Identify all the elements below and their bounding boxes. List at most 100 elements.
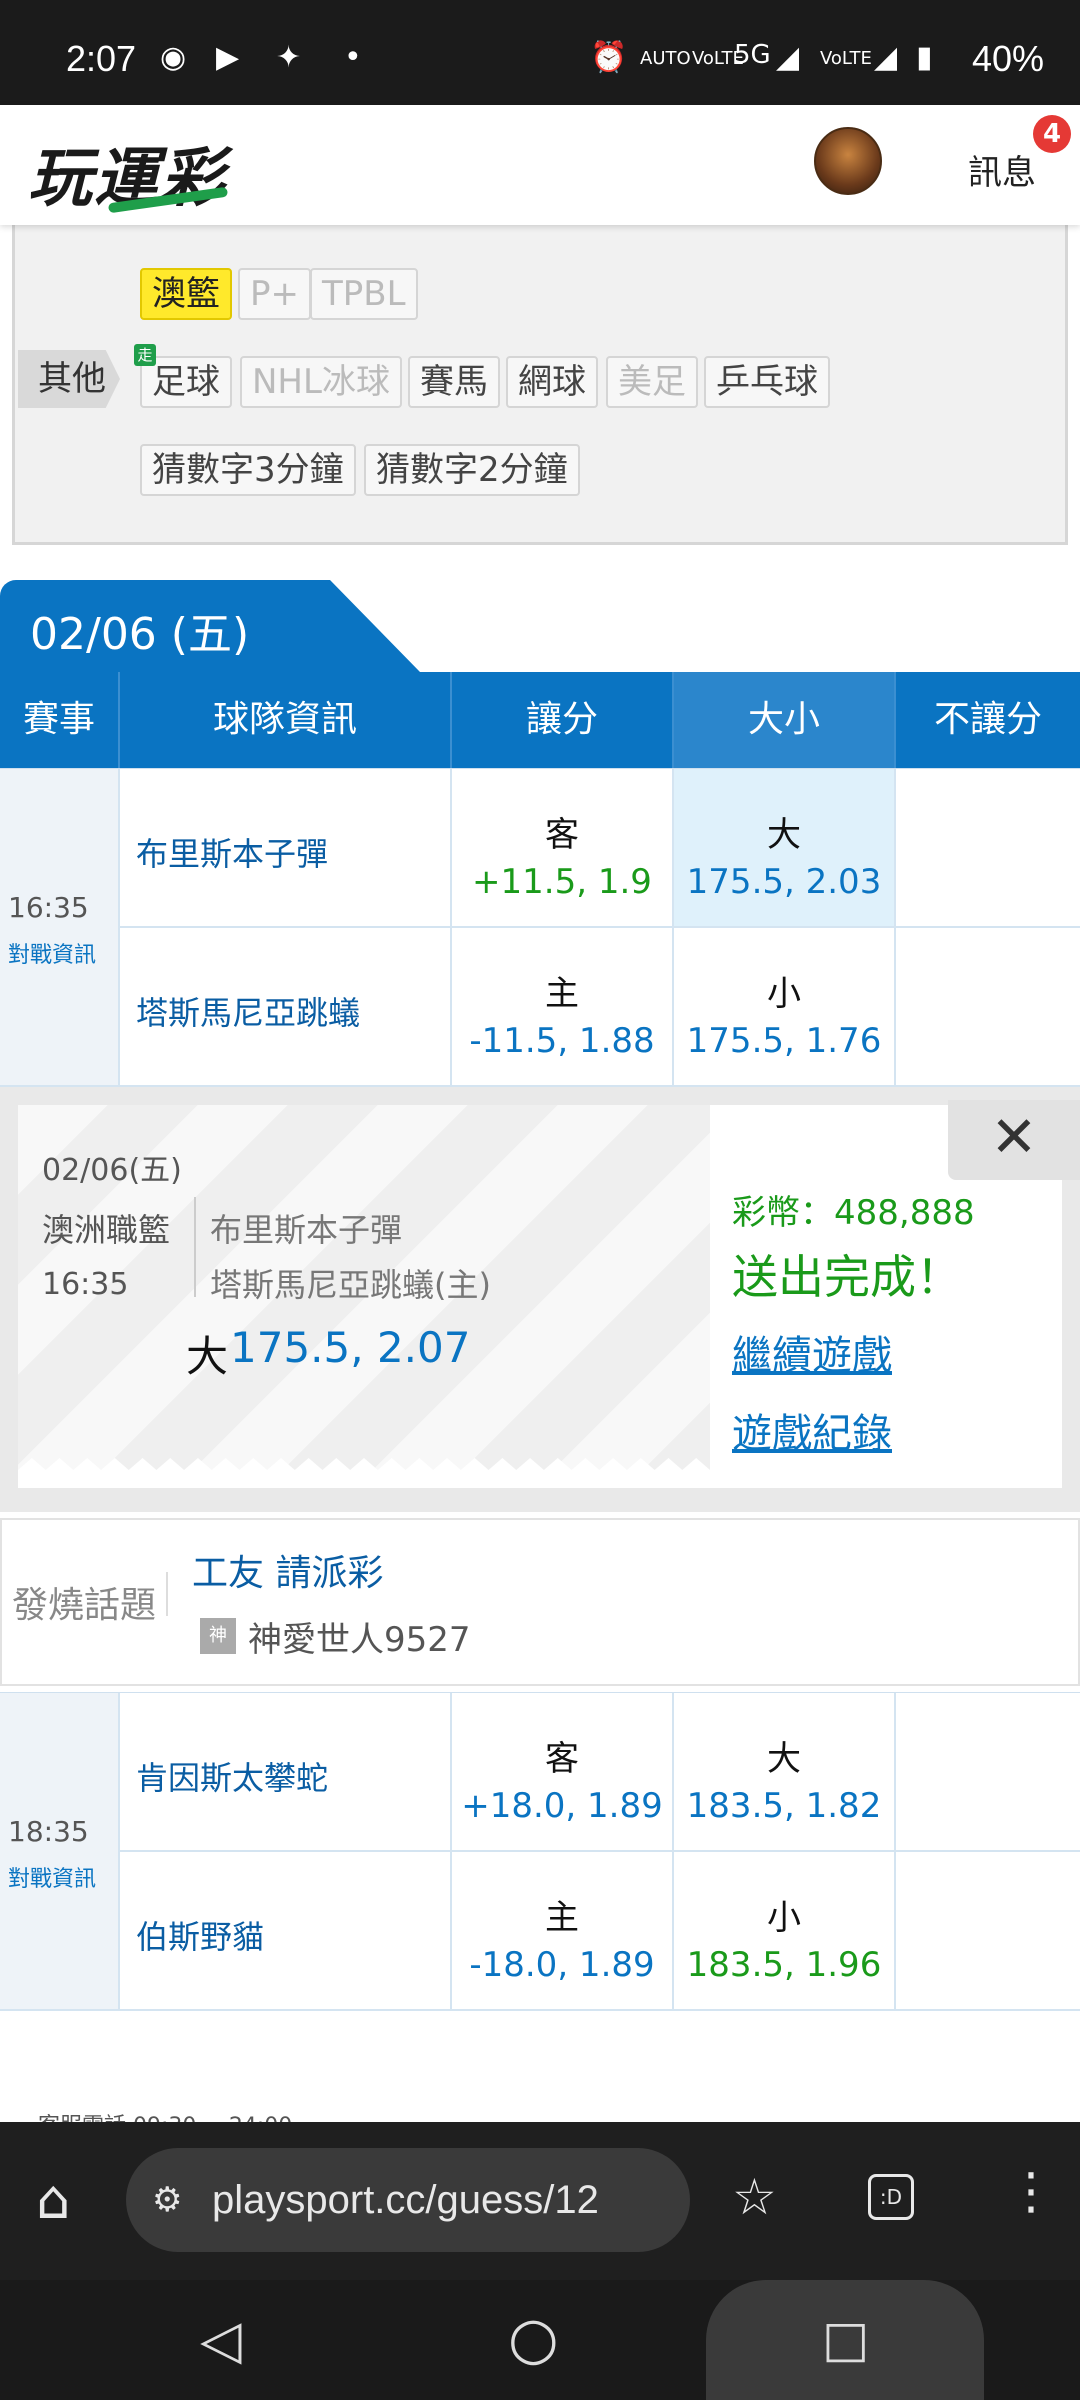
header-moneyline: 不讓分 xyxy=(933,699,1042,740)
odds-side-label: 客 xyxy=(545,1739,579,1779)
date-label: 02/06 (五) xyxy=(30,609,250,660)
ticket-bet-value: 175.5, 2.07 xyxy=(230,1323,471,1372)
game-time: 16:35 xyxy=(8,891,89,924)
volte2-icon: VoLTE xyxy=(820,48,872,69)
category-tpbl[interactable]: TPBL xyxy=(310,268,418,320)
ticket-team-b: 塔斯馬尼亞跳蟻(主) xyxy=(210,1266,491,1304)
table-header: 賽事 球隊資訊 讓分 大小 不讓分 xyxy=(0,672,1080,768)
category-horse[interactable]: 賽馬 xyxy=(408,356,500,408)
odds-side-label: 小 xyxy=(767,1898,801,1938)
battery-icon: ▮ xyxy=(916,40,933,75)
header-team: 球隊資訊 xyxy=(120,672,452,768)
recents-icon[interactable]: □ xyxy=(822,2310,869,2368)
total-odds-under[interactable]: 小 175.5, 1.76 xyxy=(674,928,896,1087)
signal2-icon: ◢ xyxy=(874,40,898,75)
matchup-info-link[interactable]: 對戰資訊 xyxy=(8,937,96,969)
home-circle-icon[interactable]: ○ xyxy=(508,2304,559,2372)
moneyline-cell xyxy=(896,1693,1080,1852)
continue-game-link[interactable]: 繼續遊戲 xyxy=(732,1323,892,1381)
category-row-label-other: 其他 xyxy=(18,350,120,408)
game-time: 18:35 xyxy=(8,1815,89,1848)
category-nfl[interactable]: 美足 xyxy=(606,356,698,408)
alarm-icon: ⏰ xyxy=(590,40,628,75)
avatar[interactable] xyxy=(814,127,882,195)
battery-percent: 40% xyxy=(971,38,1044,79)
hot-topic-bar: 發燒話題 工友 請派彩 神 神愛世人9527 xyxy=(0,1518,1080,1686)
browser-toolbar: ⌂ ⚙ playsport.cc/guess/12 ☆ :D ⋮ xyxy=(0,2122,1080,2280)
odds-value: -18.0, 1.89 xyxy=(469,1945,655,1985)
odds-side-label: 主 xyxy=(545,1898,579,1938)
site-logo[interactable]: 玩運彩 xyxy=(28,127,229,219)
hot-topic-title[interactable]: 工友 請派彩 xyxy=(192,1544,383,1596)
back-icon[interactable]: ◁ xyxy=(200,2308,242,2371)
status-time: 2:07 xyxy=(66,38,137,79)
total-odds-under[interactable]: 小 183.5, 1.96 xyxy=(674,1852,896,2011)
odds-side-label: 主 xyxy=(545,974,579,1014)
tabs-icon[interactable]: :D xyxy=(868,2174,914,2220)
game-time-cell: 18:35 對戰資訊 xyxy=(0,1693,120,2011)
live-badge: 走 xyxy=(134,344,156,366)
team-name[interactable]: 塔斯馬尼亞跳蟻 xyxy=(136,988,360,1034)
odds-value: 183.5, 1.82 xyxy=(686,1786,882,1826)
spread-odds-home[interactable]: 主 -18.0, 1.89 xyxy=(452,1852,674,2011)
moneyline-cell xyxy=(896,928,1080,1087)
category-table-tennis[interactable]: 乒乓球 xyxy=(704,356,830,408)
messages-badge: 4 xyxy=(1033,115,1071,153)
coin-balance: 彩幣：488,888 xyxy=(732,1193,975,1233)
bet-confirmation-panel: 02/06(五) 澳洲職籃 16:35 布里斯本子彈 塔斯馬尼亞跳蟻(主) 大 … xyxy=(0,1087,1080,1512)
divider xyxy=(194,1197,196,1297)
hot-topic-author[interactable]: 神愛世人9527 xyxy=(248,1612,471,1661)
odds-value: 175.5, 2.03 xyxy=(686,862,882,902)
team-cell: 肯因斯太攀蛇 xyxy=(120,1693,452,1852)
odds-side-label: 客 xyxy=(545,815,579,855)
messages-button[interactable]: 訊息 xyxy=(968,145,1036,194)
moneyline-cell xyxy=(896,1852,1080,2011)
system-nav-bar: ◁ ○ □ xyxy=(0,2280,1080,2400)
category-guess-2min[interactable]: 猜數字2分鐘 xyxy=(364,444,580,496)
odds-side-label: 大 xyxy=(767,1739,801,1779)
odds-side-label: 大 xyxy=(767,815,801,855)
divider xyxy=(166,1572,168,1616)
signal-icon: ◢ xyxy=(776,40,800,75)
category-guess-3min[interactable]: 猜數字3分鐘 xyxy=(140,444,356,496)
team-name[interactable]: 布里斯本子彈 xyxy=(136,829,328,875)
ticket-bet-side: 大 xyxy=(186,1332,229,1381)
category-p-plus[interactable]: P+ xyxy=(238,268,311,320)
date-tab: 02/06 (五) xyxy=(0,580,420,672)
category-tennis[interactable]: 網球 xyxy=(506,356,598,408)
moneyline-cell xyxy=(896,769,1080,928)
team-name[interactable]: 伯斯野貓 xyxy=(136,1912,264,1958)
team-name[interactable]: 肯因斯太攀蛇 xyxy=(136,1753,328,1799)
matchup-info-link[interactable]: 對戰資訊 xyxy=(8,1861,96,1893)
bird-icon: ✦ xyxy=(276,40,302,75)
team-cell: 布里斯本子彈 xyxy=(120,769,452,928)
category-aus-basketball[interactable]: 澳籃 xyxy=(140,268,232,320)
category-nhl[interactable]: NHL冰球 xyxy=(240,356,402,408)
app-header: 玩運彩 訊息 4 xyxy=(0,105,1080,225)
spread-odds-away[interactable]: 客 +11.5, 1.9 xyxy=(452,769,674,928)
team-cell: 伯斯野貓 xyxy=(120,1852,452,2011)
close-icon: ✕ xyxy=(990,1105,1038,1170)
url-bar[interactable]: ⚙ playsport.cc/guess/12 xyxy=(126,2148,690,2252)
home-icon[interactable]: ⌂ xyxy=(36,2168,70,2231)
game-time-cell: 16:35 對戰資訊 xyxy=(0,769,120,1087)
ticket-date: 02/06(五) xyxy=(42,1153,182,1188)
total-odds-over[interactable]: 大 183.5, 1.82 xyxy=(674,1693,896,1852)
youtube-icon: ▶ xyxy=(216,40,240,75)
spread-odds-home[interactable]: 主 -11.5, 1.88 xyxy=(452,928,674,1087)
odds-value: 175.5, 1.76 xyxy=(686,1021,882,1061)
close-button[interactable]: ✕ xyxy=(948,1100,1080,1180)
game-row-1: 16:35 對戰資訊 布里斯本子彈 塔斯馬尼亞跳蟻 客 +11.5, 1.9 主… xyxy=(0,768,1080,1087)
menu-icon[interactable]: ⋮ xyxy=(1006,2162,1056,2220)
spread-odds-away[interactable]: 客 +18.0, 1.89 xyxy=(452,1693,674,1852)
bookmark-star-icon[interactable]: ☆ xyxy=(732,2168,777,2226)
odds-value: +18.0, 1.89 xyxy=(461,1786,663,1826)
total-odds-over[interactable]: 大 175.5, 2.03 xyxy=(674,769,896,928)
odds-value: -11.5, 1.88 xyxy=(469,1021,655,1061)
odds-value: 183.5, 1.96 xyxy=(686,1945,882,1985)
site-settings-icon[interactable]: ⚙ xyxy=(152,2148,182,2252)
ticket-team-a: 布里斯本子彈 xyxy=(210,1211,403,1249)
status-bar: 2:07 ◉ ▶ ✦ • ⏰ AUTO VoLTE 5G ◢ VoLTE ◢ ▮… xyxy=(0,0,1080,105)
game-record-link[interactable]: 遊戲紀錄 xyxy=(732,1401,892,1459)
bet-ticket: 02/06(五) 澳洲職籃 16:35 布里斯本子彈 塔斯馬尼亞跳蟻(主) 大 … xyxy=(18,1105,710,1488)
